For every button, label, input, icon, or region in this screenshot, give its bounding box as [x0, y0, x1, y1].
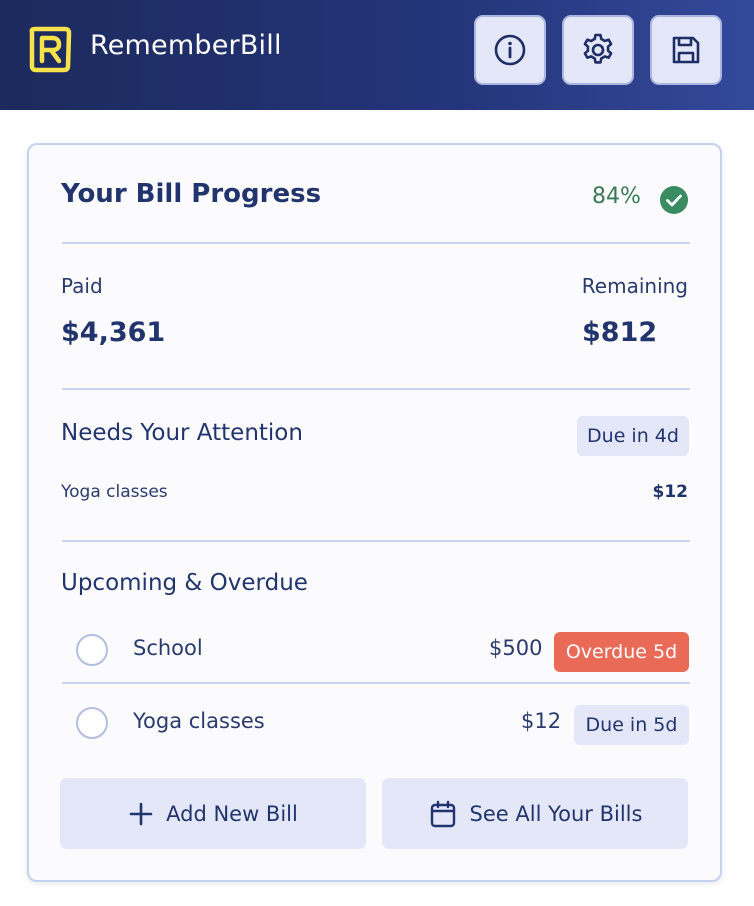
app-header: RememberBill	[0, 0, 754, 110]
divider	[62, 540, 690, 542]
divider	[62, 682, 690, 684]
bill-progress-card: Your Bill Progress 84% Paid $4,361 Remai…	[27, 143, 722, 882]
calendar-icon	[430, 800, 455, 827]
remaining-label: Remaining	[581, 274, 688, 298]
overdue-badge: Overdue 5d	[554, 632, 689, 672]
attention-item-amount: $12	[652, 482, 689, 502]
add-new-bill-button[interactable]: Add New Bill	[60, 778, 366, 849]
gear-icon	[583, 33, 613, 64]
app-logo	[29, 26, 72, 73]
progress-percent: 84%	[592, 184, 641, 209]
upcoming-title: Upcoming & Overdue	[61, 570, 308, 596]
plus-icon	[129, 802, 153, 825]
app-title: RememberBill	[90, 30, 282, 61]
bill-name: School	[133, 636, 203, 660]
info-icon	[494, 34, 526, 66]
divider	[62, 388, 690, 390]
progress-title: Your Bill Progress	[61, 179, 322, 209]
bill-checkbox[interactable]	[76, 634, 108, 666]
bill-name: Yoga classes	[133, 709, 265, 733]
check-circle-icon	[660, 186, 688, 214]
add-new-bill-label: Add New Bill	[166, 801, 298, 826]
due-badge: Due in 5d	[574, 705, 689, 745]
attention-title: Needs Your Attention	[61, 420, 303, 446]
settings-button[interactable]	[562, 15, 634, 85]
bill-amount: $500	[489, 636, 543, 660]
see-all-bills-label: See All Your Bills	[469, 801, 643, 826]
bill-amount: $12	[521, 709, 562, 733]
remaining-amount: $812	[582, 317, 658, 348]
attention-item-name: Yoga classes	[61, 482, 168, 502]
paid-amount: $4,361	[61, 317, 166, 348]
save-icon	[672, 36, 700, 64]
info-button[interactable]	[474, 15, 546, 85]
divider	[62, 242, 690, 244]
bill-checkbox[interactable]	[76, 707, 108, 739]
paid-label: Paid	[61, 274, 103, 298]
see-all-bills-button[interactable]: See All Your Bills	[382, 778, 688, 849]
save-button[interactable]	[650, 15, 722, 85]
attention-due-badge: Due in 4d	[577, 416, 689, 456]
